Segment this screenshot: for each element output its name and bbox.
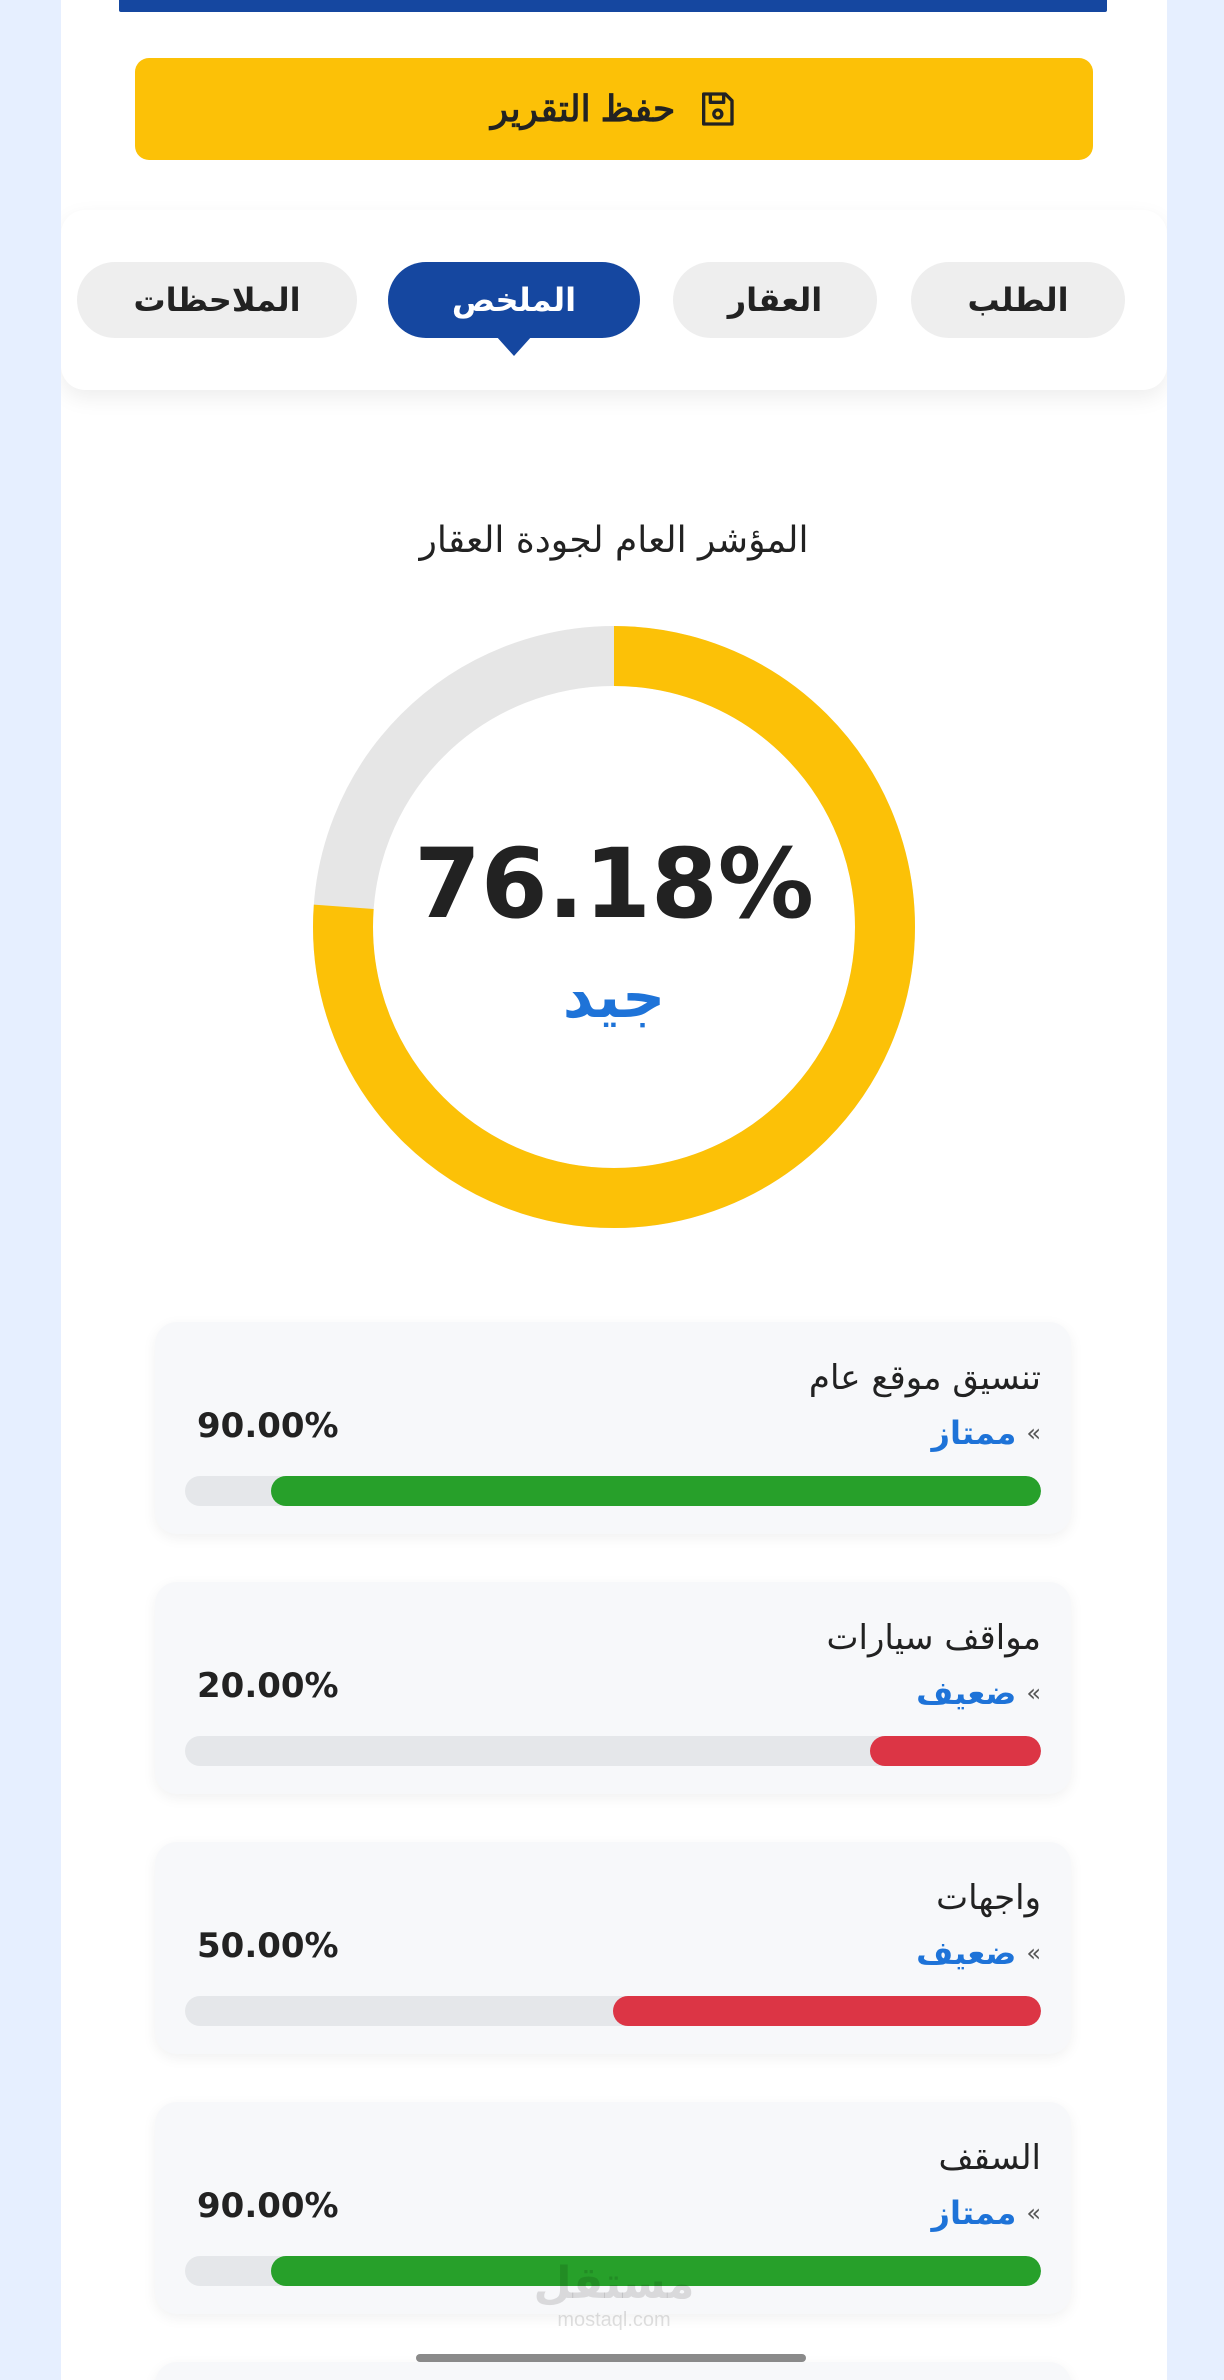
metric-grade: » ضعيف: [916, 1674, 1041, 1712]
double-chevron-icon: »: [1026, 1679, 1041, 1707]
report-screen: حفظ التقرير الطلب العقار الملخص الملاحظا…: [61, 0, 1167, 2380]
metric-bar-fill: [270, 2256, 1041, 2286]
floppy-disk-icon: [702, 92, 734, 126]
quality-grade: جيد: [562, 962, 666, 1032]
metric-percent: 90.00%: [197, 2186, 339, 2226]
metric-grade: » ممتاز: [932, 2194, 1041, 2232]
tab-property[interactable]: العقار: [673, 262, 877, 338]
double-chevron-icon: »: [1026, 2199, 1041, 2227]
metric-card-next: [155, 2362, 1071, 2380]
metric-bar-fill: [613, 1996, 1041, 2026]
double-chevron-icon: »: [1026, 1419, 1041, 1447]
metric-grade-label: ضعيف: [916, 1674, 1017, 1712]
metric-percent: 90.00%: [197, 1406, 339, 1446]
metric-bar-track: [185, 1476, 1041, 1506]
save-report-button[interactable]: حفظ التقرير: [135, 58, 1093, 160]
metric-card-facades: واجهات » ضعيف 50.00%: [155, 1842, 1071, 2054]
metric-card-roof: السقف » ممتاز 90.00%: [155, 2102, 1071, 2314]
metric-card-site: تنسيق موقع عام » ممتاز 90.00%: [155, 1322, 1071, 1534]
metric-grade: » ضعيف: [916, 1934, 1041, 1972]
top-progress-rule: [119, 0, 1107, 12]
metric-grade: » ممتاز: [932, 1414, 1041, 1452]
metric-bar-fill: [869, 1736, 1041, 1766]
save-report-label: حفظ التقرير: [490, 88, 676, 129]
tab-request[interactable]: الطلب: [911, 262, 1125, 338]
metric-card-parking: مواقف سيارات » ضعيف 20.00%: [155, 1582, 1071, 1794]
metric-grade-label: ممتاز: [931, 2194, 1017, 2232]
metric-percent: 20.00%: [197, 1666, 339, 1706]
metric-name: واجهات: [936, 1878, 1041, 1918]
metric-bar-track: [185, 1996, 1041, 2026]
tab-notes[interactable]: الملاحظات: [77, 262, 357, 338]
metric-grade-label: ممتاز: [931, 1414, 1017, 1452]
metric-bar-fill: [270, 1476, 1041, 1506]
quality-index-title: المؤشر العام لجودة العقار: [419, 520, 809, 561]
quality-percent: 76.18%: [414, 828, 814, 940]
metric-bar-track: [185, 1736, 1041, 1766]
metric-name: تنسيق موقع عام: [808, 1358, 1041, 1398]
tab-summary[interactable]: الملخص: [388, 262, 640, 356]
metric-percent: 50.00%: [197, 1926, 339, 1966]
tabs-bar: الطلب العقار الملخص الملاحظات: [61, 210, 1167, 390]
double-chevron-icon: »: [1026, 1939, 1041, 1967]
metric-name: مواقف سيارات: [826, 1618, 1041, 1658]
metric-grade-label: ضعيف: [916, 1934, 1017, 1972]
metric-bar-track: [185, 2256, 1041, 2286]
home-indicator[interactable]: [416, 2354, 806, 2362]
metric-name: السقف: [938, 2138, 1041, 2178]
